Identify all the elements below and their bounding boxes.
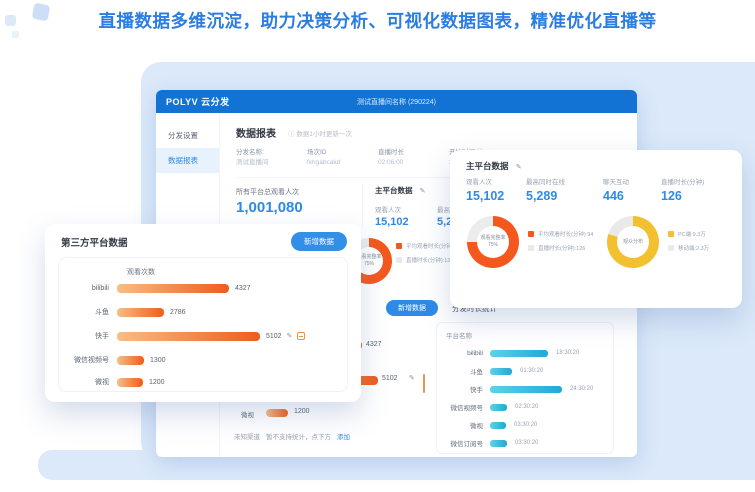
audience-donut: 观众分布 [607, 216, 659, 268]
audience-legend: PC端:9.3万 移动端:2.3万 [668, 230, 709, 252]
views-bar [117, 332, 260, 341]
bar-row-kuaishou: 快手 5102 ✎ [59, 330, 305, 342]
total-views-value: 1,001,080 [236, 199, 303, 216]
legend-swatch-orange [396, 243, 402, 249]
chart-footnote: 未知渠道 暂不支持统计，点下方 添加 [234, 431, 350, 441]
main-platform-card: 主平台数据 ✎ 观看人次 15,102 最高同时在线 5,289 聊天互动 44… [450, 150, 742, 308]
third-party-title: 第三方平台数据 [61, 235, 128, 249]
duration-bar [490, 440, 507, 447]
duration-bar [490, 350, 548, 357]
views-bar [117, 356, 144, 365]
mini-stat-views: 观看人次 15,102 [375, 204, 437, 228]
add-data-button[interactable]: 新增数据 [291, 232, 347, 251]
mini-section-title: 主平台数据 [375, 186, 413, 195]
confirm-icon[interactable] [297, 332, 305, 340]
meta-live-duration: 直播时长 02:06:00 [378, 147, 449, 168]
sidebar-item-data-report[interactable]: 数据报表 [156, 148, 219, 173]
duration-row: 斗鱼 01:30:20 [446, 362, 604, 380]
marketing-screenshot: 直播数据多维沉淀，助力决策分析、可视化数据图表，精准优化直播等 POLYV 云分… [0, 0, 755, 492]
window-title: 测试直播间名称 (290224) [156, 97, 637, 107]
bar-row-wechat-channels: 微信视频号 1300 [59, 354, 166, 366]
page-note: ⓘ 数据1小时更新一次 [288, 128, 352, 138]
footnote-label: 未知渠道 [234, 431, 260, 441]
completion-donut: 观看完整率 75% [467, 216, 519, 268]
page-headline: 直播数据多维沉淀，助力决策分析、可视化数据图表，精准优化直播等 [0, 8, 755, 33]
bar-row-douyu: 斗鱼 2786 [59, 306, 186, 318]
duration-bar [490, 386, 562, 393]
confirm-icon[interactable] [423, 374, 425, 393]
total-views-label: 所有平台总观看人次 [236, 187, 299, 197]
duration-bar [490, 404, 507, 411]
views-chart-panel: 观看次数 bilibili 4327 斗鱼 2786 快手 5102 ✎ 微信视… [58, 257, 348, 392]
duration-bar [490, 422, 506, 429]
bar-row-weishi: 微视 1200 [59, 376, 165, 388]
bar-row-bilibili: bilibili 4327 [59, 282, 251, 294]
legend-swatch-yellow [668, 231, 674, 237]
duration-panel: 平台名称 bilibili 18:30:20 斗鱼 01:30:20 快手 [436, 322, 614, 454]
completion-legend: 平均观看时长(分钟):94 直播时长(分钟):126 [528, 230, 593, 252]
main-card-title: 主平台数据 [466, 161, 509, 171]
bg-bar-weishi [266, 409, 288, 417]
duration-row: 微信视频号 02:30:20 [446, 398, 604, 416]
stat-peak-online: 最高同时在线 5,289 [526, 176, 565, 203]
duration-row: 快手 24:30:20 [446, 380, 604, 398]
duration-bar [490, 368, 512, 375]
stat-live-minutes: 直播时长(分钟) 126 [661, 176, 704, 203]
edit-icon[interactable]: ✎ [420, 188, 426, 195]
page-title: 数据报表 [236, 125, 276, 140]
edit-icon[interactable]: ✎ [516, 164, 522, 171]
bg-row-label: 微视 [228, 409, 254, 419]
duration-row: 微信订阅号 03:30:20 [446, 434, 604, 452]
views-bar [117, 308, 164, 317]
views-bar [117, 284, 229, 293]
duration-row: 微视 03:30:20 [446, 416, 604, 434]
legend-swatch-gray [668, 245, 674, 251]
sidebar-item-distribution-settings[interactable]: 分发设置 [156, 123, 219, 148]
views-chart-title: 观看次数 [127, 267, 155, 277]
third-party-card: 第三方平台数据 新增数据 观看次数 bilibili 4327 斗鱼 2786 … [45, 224, 361, 402]
bg-bar-value: 1200 [294, 408, 310, 415]
views-bar [117, 378, 143, 387]
legend-swatch-gray [528, 245, 534, 251]
meta-distribution-name: 分发名称: 测试直播间 [236, 147, 307, 168]
edit-icon[interactable]: ✎ [409, 374, 415, 382]
edit-icon[interactable]: ✎ [287, 332, 293, 340]
meta-session-id: 场次ID fxhgabcakd [307, 147, 378, 168]
tab-add-data[interactable]: 新增数据 [386, 300, 438, 316]
stat-views: 观看人次 15,102 [466, 176, 504, 203]
bg-bar-value: 5102 [382, 375, 398, 382]
stat-chat-interactions: 聊天互动 446 [603, 176, 629, 203]
duration-header: 平台名称 [446, 330, 604, 340]
duration-row: bilibili 18:30:20 [446, 344, 604, 362]
bg-bar-value: 4327 [366, 341, 382, 348]
legend-swatch-gray [396, 257, 402, 263]
footnote-text: 暂不支持统计，点下方 [266, 431, 331, 441]
add-link[interactable]: 添加 [337, 431, 350, 441]
window-header: POLYV 云分发 测试直播间名称 (290224) [156, 90, 637, 113]
legend-swatch-orange [528, 231, 534, 237]
